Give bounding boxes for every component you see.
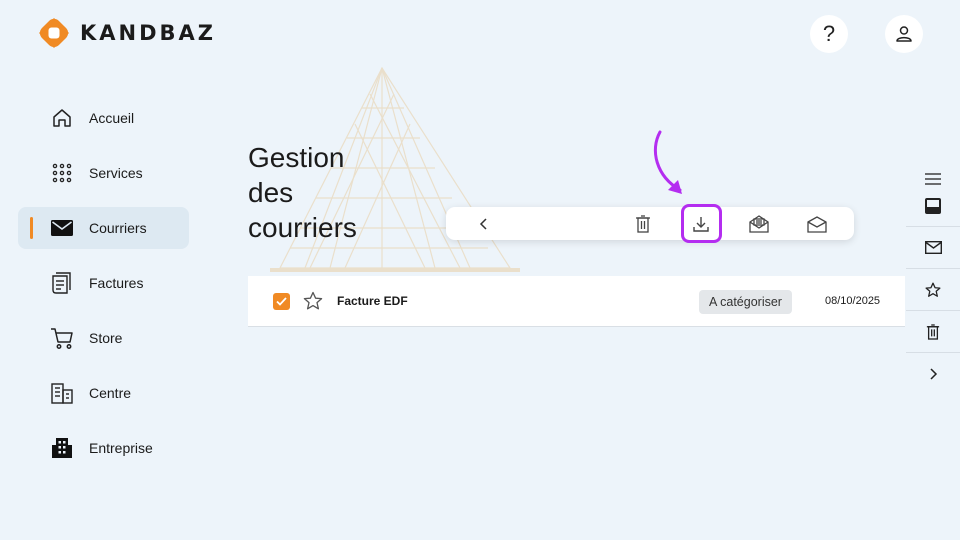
download-highlight-box — [681, 204, 722, 243]
invoice-icon — [50, 271, 74, 295]
sidebar-nav: Accueil Services Courriers Factures Stor… — [18, 97, 189, 482]
rail-inbox-button[interactable] — [906, 185, 960, 227]
building-icon — [50, 381, 74, 405]
annotation-arrow — [653, 130, 682, 194]
back-icon — [479, 218, 487, 230]
rail-menu-button[interactable] — [906, 145, 960, 185]
check-icon — [276, 297, 287, 306]
inbox-icon — [925, 197, 941, 214]
enterprise-icon — [50, 436, 74, 460]
back-button[interactable] — [471, 211, 497, 237]
sidebar-item-centre[interactable]: Centre — [18, 372, 189, 414]
sidebar-item-entreprise[interactable]: Entreprise — [18, 427, 189, 469]
sidebar-item-factures[interactable]: Factures — [18, 262, 189, 304]
mail-icon — [50, 216, 74, 240]
kandbaz-logo-icon — [39, 18, 69, 48]
sidebar-item-accueil[interactable]: Accueil — [18, 97, 189, 139]
sidebar-item-label: Services — [89, 165, 143, 181]
delete-button[interactable] — [630, 211, 656, 237]
right-rail — [906, 145, 960, 395]
cart-icon — [50, 326, 74, 350]
sidebar-item-store[interactable]: Store — [18, 317, 189, 359]
brand-logo[interactable]: KANDBAZ — [38, 17, 216, 49]
menu-icon — [925, 173, 941, 185]
help-button[interactable]: ? — [810, 15, 848, 53]
mark-read-button[interactable] — [746, 211, 772, 237]
mail-action-toolbar — [446, 207, 854, 240]
sidebar-item-label: Entreprise — [89, 440, 153, 456]
trash-icon — [636, 215, 650, 233]
sidebar-item-courriers[interactable]: Courriers — [18, 207, 189, 249]
mark-unread-icon — [807, 215, 827, 233]
star-icon[interactable] — [303, 291, 323, 311]
sidebar-item-label: Accueil — [89, 110, 135, 126]
chevron-right-icon — [930, 368, 938, 380]
user-account-button[interactable] — [885, 15, 923, 53]
user-icon — [896, 26, 912, 42]
table-row[interactable]: Facture EDF A catégoriser 08/10/2025 — [248, 276, 905, 327]
row-checkbox[interactable] — [273, 293, 290, 310]
star-icon — [925, 282, 941, 297]
grid-dots-icon — [50, 161, 74, 185]
rail-expand-button[interactable] — [906, 353, 960, 395]
mail-open-icon — [749, 215, 769, 233]
rail-trash-button[interactable] — [906, 311, 960, 353]
mail-subject: Facture EDF — [337, 294, 408, 308]
brand-name: KANDBAZ — [80, 21, 217, 45]
page-title-line-1: Gestion — [248, 142, 345, 173]
sidebar-item-label: Factures — [89, 275, 144, 291]
mail-date: 08/10/2025 — [825, 295, 881, 307]
rail-mail-button[interactable] — [906, 227, 960, 269]
rail-starred-button[interactable] — [906, 269, 960, 311]
mail-icon — [924, 241, 942, 254]
sidebar-item-label: Centre — [89, 385, 132, 401]
sidebar-item-services[interactable]: Services — [18, 152, 189, 194]
category-badge[interactable]: A catégoriser — [699, 290, 792, 314]
mark-unread-button[interactable] — [804, 211, 830, 237]
page-title-line-2: des — [248, 177, 294, 208]
sidebar-item-label: Courriers — [89, 220, 147, 236]
trash-icon — [926, 323, 940, 340]
question-icon: ? — [822, 21, 836, 46]
sidebar-item-label: Store — [89, 330, 123, 346]
home-icon — [50, 106, 74, 130]
page-title-line-3: courriers — [248, 212, 357, 243]
page-title: Gestion des courriers — [248, 140, 438, 245]
